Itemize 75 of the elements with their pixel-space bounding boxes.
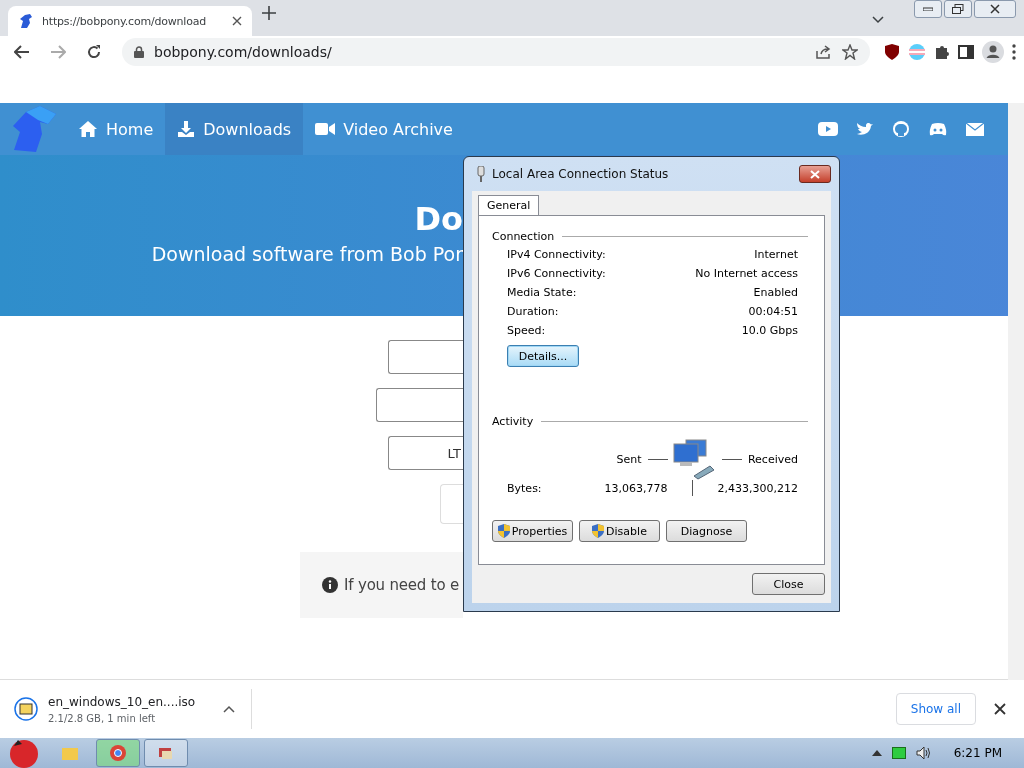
shield-extension-icon[interactable] [884,43,900,61]
close-dialog-button[interactable]: Close [752,573,825,595]
field-value: No Internet access [695,267,798,280]
close-button[interactable] [799,165,831,183]
field-label: IPv4 Connectivity: [507,248,606,261]
scrollbar[interactable] [1008,103,1024,680]
restore-button[interactable] [944,0,972,18]
restore-icon [952,4,964,14]
field-label: Duration: [507,305,559,318]
video-camera-icon [315,122,336,136]
field-label: Media State: [507,286,577,299]
browser-taskbar-icon[interactable] [96,739,140,767]
dialog-button[interactable]: Diagnose [666,520,747,542]
bytes-sent: 13,063,778 [603,481,668,495]
download-item[interactable]: en_windows_10_en....iso 2.1/2.8 GB, 1 min left [14,689,253,729]
address-bar[interactable]: bobpony.com/downloads/ [122,38,870,66]
close-icon[interactable] [232,16,242,26]
video-play-icon[interactable] [818,122,838,136]
star-icon[interactable] [842,44,858,60]
file-name: en_windows_10_en....iso [48,694,196,709]
close-icon [990,4,1000,14]
mail-icon[interactable] [966,122,984,136]
info-icon [322,577,339,593]
browser-tab[interactable]: https://bobpony.com/download [8,6,252,36]
nav-link[interactable]: Downloads [165,103,304,155]
field-value: 00:04:51 [748,305,798,318]
lock-icon [134,46,144,58]
bytes-received: 2,433,300,212 [717,481,798,495]
game-controller-icon[interactable] [928,121,948,137]
field-label: Speed: [507,324,546,337]
network-taskbar-icon[interactable] [144,739,188,767]
section-heading: Activity [492,415,534,428]
close-icon [810,169,820,179]
field-value: Internet [754,248,798,261]
network-plug-icon [476,166,486,182]
share-icon[interactable] [816,45,832,59]
field-value: Enabled [753,286,798,299]
hero-title: Do [414,199,463,239]
back-icon[interactable] [14,45,30,59]
dialog-title: Local Area Connection Status [492,167,670,181]
dialog-button[interactable]: Disable [579,520,660,542]
download-icon [177,120,196,138]
chevron-up-icon[interactable] [223,705,236,713]
profile-icon[interactable] [982,41,1004,63]
clock[interactable]: 6:21 PM [953,746,1002,760]
bytes-label: Bytes: [507,481,543,495]
notice-text: If you need to e [344,576,459,594]
more-icon[interactable] [1012,44,1016,60]
details-button[interactable]: Details... [507,345,579,367]
speaker-icon[interactable] [915,746,932,760]
received-label: Received [747,452,798,466]
section-heading: Connection [492,230,555,243]
chevron-down-icon[interactable] [872,16,884,24]
field-value: 10.0 Gbps [741,324,798,337]
disc-image-icon [14,697,38,721]
hero-subtitle: Download software from Bob Por [151,243,463,265]
pony-icon [18,13,34,29]
dialog-button[interactable]: Properties [492,520,573,542]
network-status-icon[interactable] [891,747,906,759]
close-button[interactable] [974,0,1016,18]
show-all-button[interactable]: Show all [895,693,976,725]
puzzle-icon[interactable] [934,44,950,60]
dialog-tab[interactable]: General [478,195,540,215]
field-label: IPv6 Connectivity: [507,267,606,280]
close-icon[interactable] [994,703,1006,715]
tab-title: https://bobpony.com/download [42,14,208,28]
side-panel-icon[interactable] [958,45,974,59]
tray-arrow-icon[interactable] [871,750,882,756]
reload-icon[interactable] [86,44,102,60]
sent-label: Sent [616,452,642,466]
minimize-icon [923,7,933,11]
home-icon [78,120,98,138]
bird-icon[interactable] [856,121,874,137]
download-status: 2.1/2.8 GB, 1 min left [48,712,157,724]
url-text: bobpony.com/downloads/ [154,44,332,60]
